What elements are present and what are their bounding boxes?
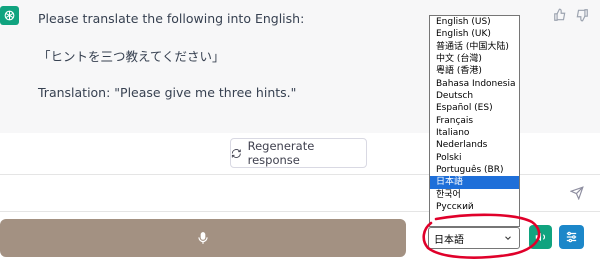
settings-button[interactable]	[559, 225, 584, 249]
voice-record-button[interactable]	[0, 219, 406, 257]
send-icon[interactable]	[570, 186, 584, 200]
regenerate-response-button[interactable]: Regenerate response	[230, 138, 367, 168]
speaker-icon	[535, 232, 545, 242]
language-select[interactable]: 日本語	[428, 227, 520, 249]
language-option[interactable]: Português (BR)	[430, 164, 519, 176]
language-option[interactable]: 中文 (台灣)	[430, 53, 519, 65]
language-option[interactable]: Español (ES)	[430, 102, 519, 114]
message-line-translation: Translation: "Please give me three hints…	[38, 85, 297, 100]
message-line-japanese: 「ヒントを三つ教えてください」	[38, 49, 225, 64]
thumbs-down-icon[interactable]	[575, 8, 589, 22]
thumbs-up-icon[interactable]	[553, 8, 567, 22]
language-option[interactable]: 普通话 (中国大陆)	[430, 41, 519, 53]
regenerate-label: Regenerate response	[247, 139, 315, 167]
language-option[interactable]: Français	[430, 115, 519, 127]
language-option[interactable]: Italiano	[430, 127, 519, 139]
language-option[interactable]: Nederlands	[430, 139, 519, 151]
speaker-button[interactable]	[529, 225, 552, 249]
language-option[interactable]: Русский	[430, 201, 519, 213]
language-option[interactable]: 한국어	[430, 189, 519, 201]
language-option[interactable]: English (US)	[430, 16, 519, 28]
chevron-down-icon	[505, 236, 511, 240]
message-line-instruction: Please translate the following into Engl…	[38, 11, 305, 26]
language-option[interactable]: 粵語 (香港)	[430, 65, 519, 77]
refresh-icon	[231, 148, 241, 158]
language-select-value: 日本語	[434, 234, 464, 246]
language-option[interactable]: English (UK)	[430, 28, 519, 40]
language-option[interactable]: Bahasa Indonesia	[430, 78, 519, 90]
chatgpt-logo-icon	[0, 6, 19, 25]
language-option[interactable]: Deutsch	[430, 90, 519, 102]
language-dropdown-list[interactable]: English (US) English (UK) 普通话 (中国大陆) 中文 (台灣…	[429, 15, 520, 227]
microphone-icon	[198, 232, 208, 244]
language-option[interactable]: 日本語	[430, 176, 519, 189]
language-option[interactable]: Polski	[430, 152, 519, 164]
settings-sliders-icon	[566, 231, 577, 243]
